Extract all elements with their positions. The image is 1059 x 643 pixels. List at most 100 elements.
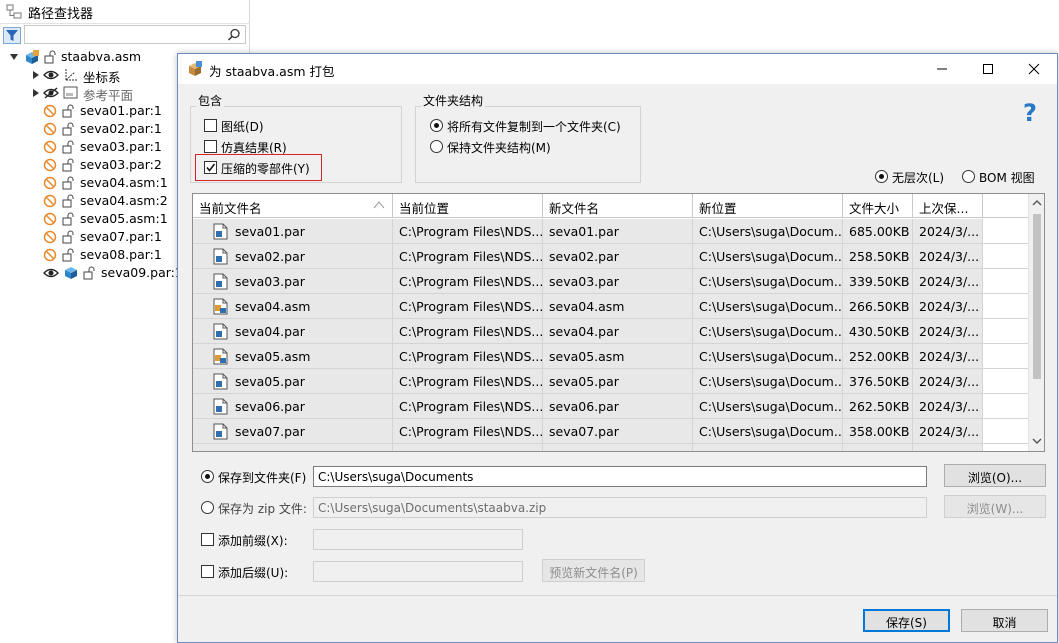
save-zip-radio[interactable]	[201, 501, 214, 514]
close-button[interactable]	[1011, 54, 1057, 84]
eye-icon[interactable]	[43, 267, 59, 279]
suppressed-icon	[43, 248, 57, 262]
filter-button[interactable]	[3, 27, 21, 44]
suffix-checkbox[interactable]	[201, 565, 214, 578]
drawings-label: 图纸(D)	[221, 120, 264, 134]
cell-new-location: C:\Users\suga\Docum...	[693, 269, 843, 294]
pack-dialog: 为 staabva.asm 打包 包含 图纸(D) 仿真结果(R) 压缩的零部件…	[177, 53, 1058, 643]
eye-hidden-icon[interactable]	[43, 87, 59, 99]
vertical-scrollbar[interactable]	[1028, 194, 1044, 451]
cell-text: seva05.par	[549, 374, 619, 389]
scroll-down-icon[interactable]	[1032, 437, 1042, 445]
column-header-file-size[interactable]: 文件大小	[843, 194, 913, 218]
minimize-button[interactable]	[919, 54, 965, 84]
cancel-button[interactable]: 取消	[961, 609, 1048, 632]
suffix-input[interactable]	[313, 561, 523, 582]
cell-text: 2024/3/...	[919, 299, 980, 314]
cell-last-saved: 2024/3/...	[913, 294, 983, 319]
simulation-checkbox[interactable]	[204, 140, 217, 153]
suppressed-icon	[43, 230, 57, 244]
cell-new-name: seva01.par	[543, 219, 693, 244]
browse-zip-button[interactable]: 浏览(W)...	[944, 495, 1046, 518]
file-table[interactable]: 当前文件名 当前位置 新文件名 新位置 文件大小 上次保... seva01.p…	[192, 193, 1045, 452]
table-row[interactable]: seva03.par C:\Program Files\NDS... seva03.…	[193, 269, 1029, 294]
cell-file-size: 258.50KB	[843, 244, 913, 269]
chevron-right-icon[interactable]	[31, 70, 41, 80]
table-row-partial[interactable]	[193, 444, 1029, 451]
cell-current-location: C:\Program Files\NDS...	[393, 244, 543, 269]
pathfinder-search-input[interactable]	[24, 25, 246, 44]
cell-text: 339.50KB	[849, 274, 910, 289]
dialog-titlebar[interactable]: 为 staabva.asm 打包	[178, 54, 1057, 84]
table-row[interactable]: seva04.par C:\Program Files\NDS... seva04.…	[193, 319, 1029, 344]
save-folder-input[interactable]: C:\Users\suga\Documents	[313, 466, 927, 487]
cell-text: C:\Program Files\NDS...	[399, 249, 543, 264]
scrollbar-thumb[interactable]	[1033, 214, 1041, 379]
copy-all-radio[interactable]	[430, 119, 443, 132]
cell-empty	[843, 444, 913, 451]
preview-names-button[interactable]: 预览新文件名(P)	[542, 559, 645, 582]
column-header-spacer	[983, 194, 1029, 218]
pathfinder-header: 路径查找器	[0, 0, 250, 24]
cell-spacer	[983, 344, 1029, 369]
column-header-new-location[interactable]: 新位置	[693, 194, 843, 218]
cell-text: C:\Users\suga\Docum...	[699, 424, 843, 439]
cell-last-saved: 2024/3/...	[913, 344, 983, 369]
table-header: 当前文件名 当前位置 新文件名 新位置 文件大小 上次保...	[193, 194, 1029, 218]
table-row[interactable]: seva02.par C:\Program Files\NDS... seva02.…	[193, 244, 1029, 269]
cell-new-location: C:\Users\suga\Docum...	[693, 244, 843, 269]
cell-text: seva04.asm	[549, 299, 625, 314]
cell-text: 266.50KB	[849, 299, 910, 314]
keep-structure-radio[interactable]	[430, 140, 443, 153]
include-group-label: 包含	[196, 92, 225, 109]
maximize-button[interactable]	[965, 54, 1011, 84]
table-row[interactable]: seva07.par C:\Program Files\NDS... seva07.…	[193, 419, 1029, 444]
column-header-new-name[interactable]: 新文件名	[543, 194, 693, 218]
cell-last-saved: 2024/3/...	[913, 219, 983, 244]
cell-text: C:\Users\suga\Docum...	[699, 399, 843, 414]
suppressed-icon	[43, 212, 57, 226]
table-row[interactable]: seva01.par C:\Program Files\NDS... seva01.…	[193, 219, 1029, 244]
cell-text: seva06.par	[235, 399, 305, 414]
bom-view-radio[interactable]	[962, 170, 975, 183]
save-folder-radio[interactable]	[201, 470, 214, 483]
save-folder-label: 保存到文件夹(F)	[218, 471, 307, 485]
suffix-label: 添加后缀(U):	[218, 566, 289, 580]
assembly-file-icon	[213, 348, 228, 365]
cell-new-name: seva04.asm	[543, 294, 693, 319]
drawings-checkbox[interactable]	[204, 119, 217, 132]
cell-empty	[193, 444, 393, 451]
save-zip-input[interactable]: C:\Users\suga\Documents\staabva.zip	[313, 497, 927, 518]
chevron-down-icon[interactable]	[9, 52, 19, 62]
no-level-label: 无层次(L)	[892, 171, 945, 185]
part-file-icon	[213, 323, 228, 340]
cell-text: seva03.par	[549, 274, 619, 289]
table-row[interactable]: seva06.par C:\Program Files\NDS... seva06.…	[193, 394, 1029, 419]
cell-current-location: C:\Program Files\NDS...	[393, 294, 543, 319]
suppressed-icon	[43, 194, 57, 208]
browse-folder-button[interactable]: 浏览(O)...	[944, 464, 1046, 487]
help-icon[interactable]: ?	[1020, 99, 1040, 125]
table-row[interactable]: seva04.asm C:\Program Files\NDS... seva04.…	[193, 294, 1029, 319]
column-header-current-name[interactable]: 当前文件名	[193, 194, 393, 218]
cell-spacer	[983, 269, 1029, 294]
cell-text: 262.50KB	[849, 399, 910, 414]
cell-text: seva05.par	[235, 374, 305, 389]
tree-item-label: staabva.asm	[61, 49, 142, 64]
cell-file-size: 262.50KB	[843, 394, 913, 419]
save-button[interactable]: 保存(S)	[863, 609, 950, 632]
dialog-title: 为 staabva.asm 打包	[209, 64, 335, 79]
prefix-checkbox[interactable]	[201, 533, 214, 546]
column-header-current-location[interactable]: 当前位置	[393, 194, 543, 218]
chevron-right-icon[interactable]	[31, 88, 41, 98]
table-row[interactable]: seva05.asm C:\Program Files\NDS... seva05.…	[193, 344, 1029, 369]
suppressed-icon	[43, 158, 57, 172]
table-row[interactable]: seva05.par C:\Program Files\NDS... seva05.…	[193, 369, 1029, 394]
suppressed-checkbox[interactable]	[204, 161, 217, 174]
scroll-up-icon[interactable]	[1032, 199, 1042, 207]
eye-icon[interactable]	[43, 69, 59, 81]
prefix-input[interactable]	[313, 529, 523, 550]
cell-current-location: C:\Program Files\NDS...	[393, 269, 543, 294]
column-header-last-saved[interactable]: 上次保...	[913, 194, 983, 218]
no-level-radio[interactable]	[875, 170, 888, 183]
